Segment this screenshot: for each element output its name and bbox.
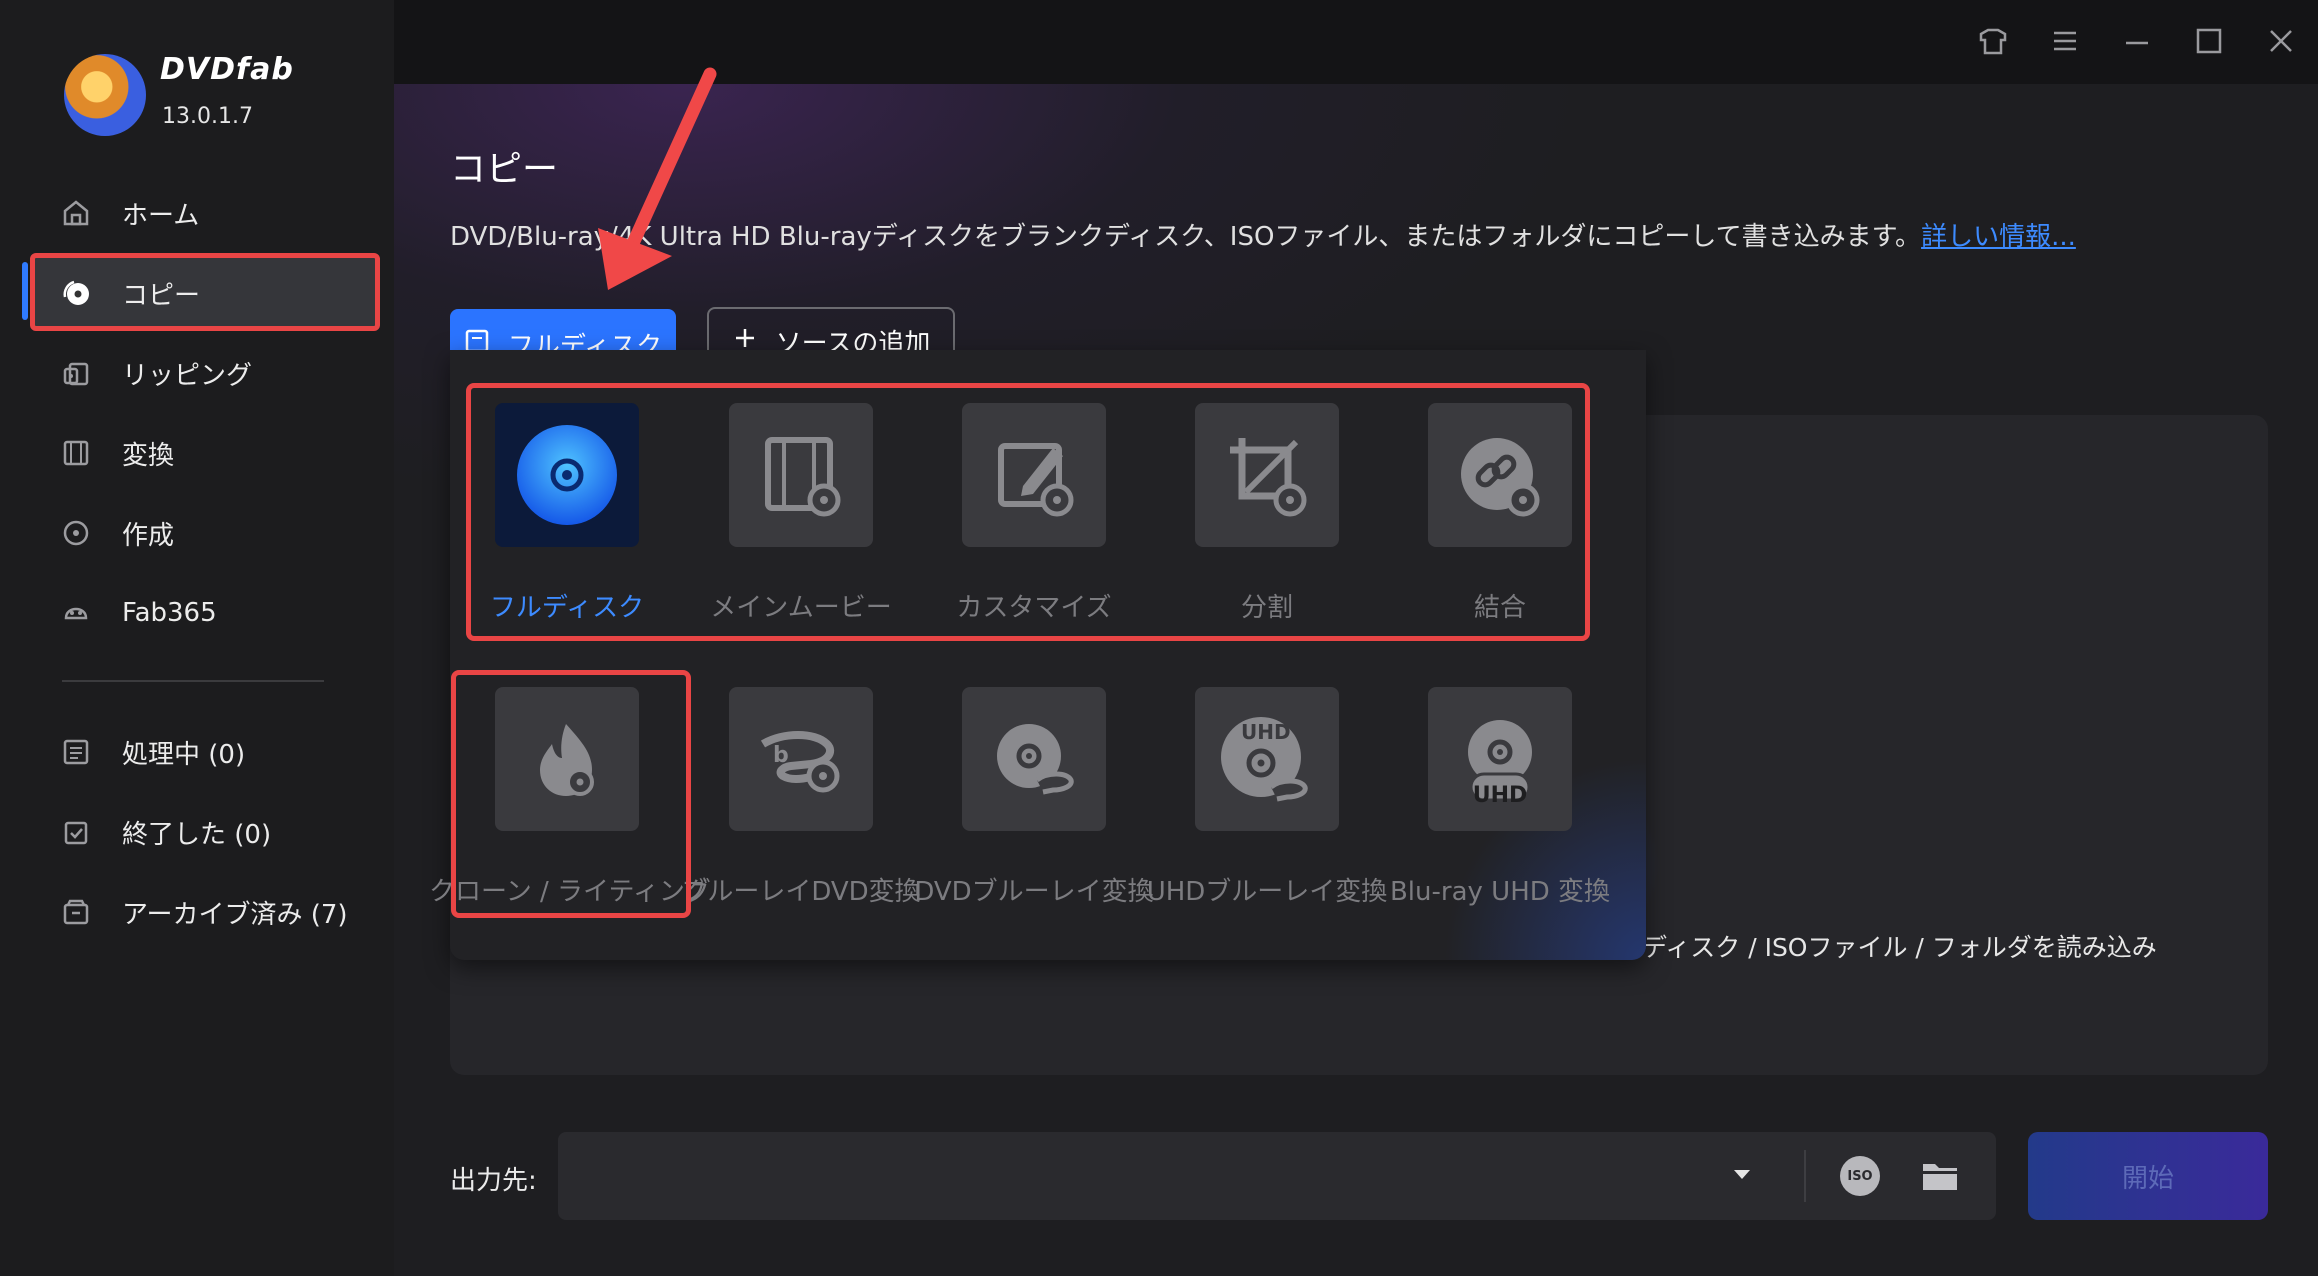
iso-output-icon[interactable]: ISO	[1840, 1156, 1880, 1196]
maximize-icon[interactable]	[2190, 22, 2228, 60]
shirt-icon[interactable]	[1974, 22, 2012, 60]
sidebar-item-home[interactable]: ホーム	[60, 188, 380, 238]
page-title: コピー	[450, 149, 559, 190]
sidebar-item-label: Fab365	[122, 598, 217, 628]
sidebar-item-convert[interactable]: 変換	[60, 428, 380, 478]
minimize-icon[interactable]	[2118, 22, 2156, 60]
sidebar-item-label: アーカイブ済み (7)	[122, 899, 348, 930]
app-logo-icon	[64, 54, 146, 136]
sidebar-item-label: ホーム	[122, 200, 200, 231]
mode-bluray-to-uhd[interactable]: UHD Blu-ray UHD 変換	[1382, 687, 1610, 907]
sidebar-item-create[interactable]: 作成	[60, 508, 380, 558]
sidebar-item-copy[interactable]: コピー	[60, 268, 380, 318]
film-icon	[60, 437, 92, 469]
mode-uhd-to-bluray[interactable]: UHD UHDブルーレイ変換	[1147, 687, 1387, 907]
start-button[interactable]: 開始	[2028, 1132, 2268, 1220]
sidebar-item-fab365[interactable]: Fab365	[60, 588, 380, 638]
mode-dvd-to-bluray[interactable]: DVDブルーレイ変換	[914, 687, 1154, 907]
bluray-to-uhd-icon: UHD	[1428, 687, 1572, 831]
annotation-arrow-icon	[598, 67, 717, 290]
load-source-hint: ディスク / ISOファイル / フォルダを読み込み	[1642, 933, 2157, 962]
svg-text:b: b	[773, 743, 789, 768]
uhd-badge-text: UHD	[1472, 783, 1528, 808]
uhd-to-bluray-icon: UHD	[1195, 687, 1339, 831]
svg-text:UHD: UHD	[1241, 720, 1291, 744]
sidebar-item-label: コピー	[122, 280, 201, 311]
sidebar-item-label: 終了した (0)	[122, 819, 272, 850]
iso-badge-text: ISO	[1847, 1168, 1873, 1184]
sidebar-item-label: 変換	[122, 440, 175, 471]
output-label: 出力先:	[450, 1166, 537, 1196]
ripping-icon	[60, 357, 92, 389]
dvd-to-bluray-icon	[962, 687, 1106, 831]
finished-icon	[60, 816, 92, 848]
sidebar-item-label: 処理中 (0)	[122, 739, 246, 770]
sidebar-divider	[62, 680, 324, 682]
clone-mode-highlight	[451, 670, 691, 918]
output-divider	[1804, 1150, 1806, 1202]
output-path-select[interactable]	[558, 1132, 1996, 1220]
create-disc-icon	[60, 517, 92, 549]
sidebar-item-processing[interactable]: 処理中 (0)	[60, 727, 380, 777]
sidebar-item-archive[interactable]: アーカイブ済み (7)	[60, 887, 380, 937]
chevron-down-icon[interactable]	[1730, 1162, 1754, 1190]
sidebar-item-label: リッピング	[122, 360, 253, 391]
sidebar-item-label: 作成	[122, 520, 175, 551]
mode-row-highlight	[466, 383, 1590, 641]
mode-bluray-to-dvd[interactable]: b ブルーレイDVD変換	[681, 687, 921, 907]
archive-icon	[60, 896, 92, 928]
bluray-to-dvd-icon: b	[729, 687, 873, 831]
menu-icon[interactable]	[2046, 22, 2084, 60]
close-icon[interactable]	[2262, 22, 2300, 60]
sidebar-item-finished[interactable]: 終了した (0)	[60, 807, 380, 857]
app-brand: DVDfab	[160, 52, 294, 87]
folder-icon[interactable]	[1920, 1156, 1960, 1200]
sidebar-item-ripping[interactable]: リッピング	[60, 348, 380, 398]
app-version: 13.0.1.7	[162, 104, 253, 129]
mode-label: Blu-ray UHD 変換	[1389, 877, 1611, 907]
fab365-icon	[60, 597, 92, 629]
home-icon	[60, 197, 92, 229]
active-indicator	[22, 262, 28, 320]
copy-disc-icon	[60, 277, 92, 309]
more-info-link[interactable]: 詳しい情報...	[1921, 222, 2076, 252]
processing-icon	[60, 736, 92, 768]
